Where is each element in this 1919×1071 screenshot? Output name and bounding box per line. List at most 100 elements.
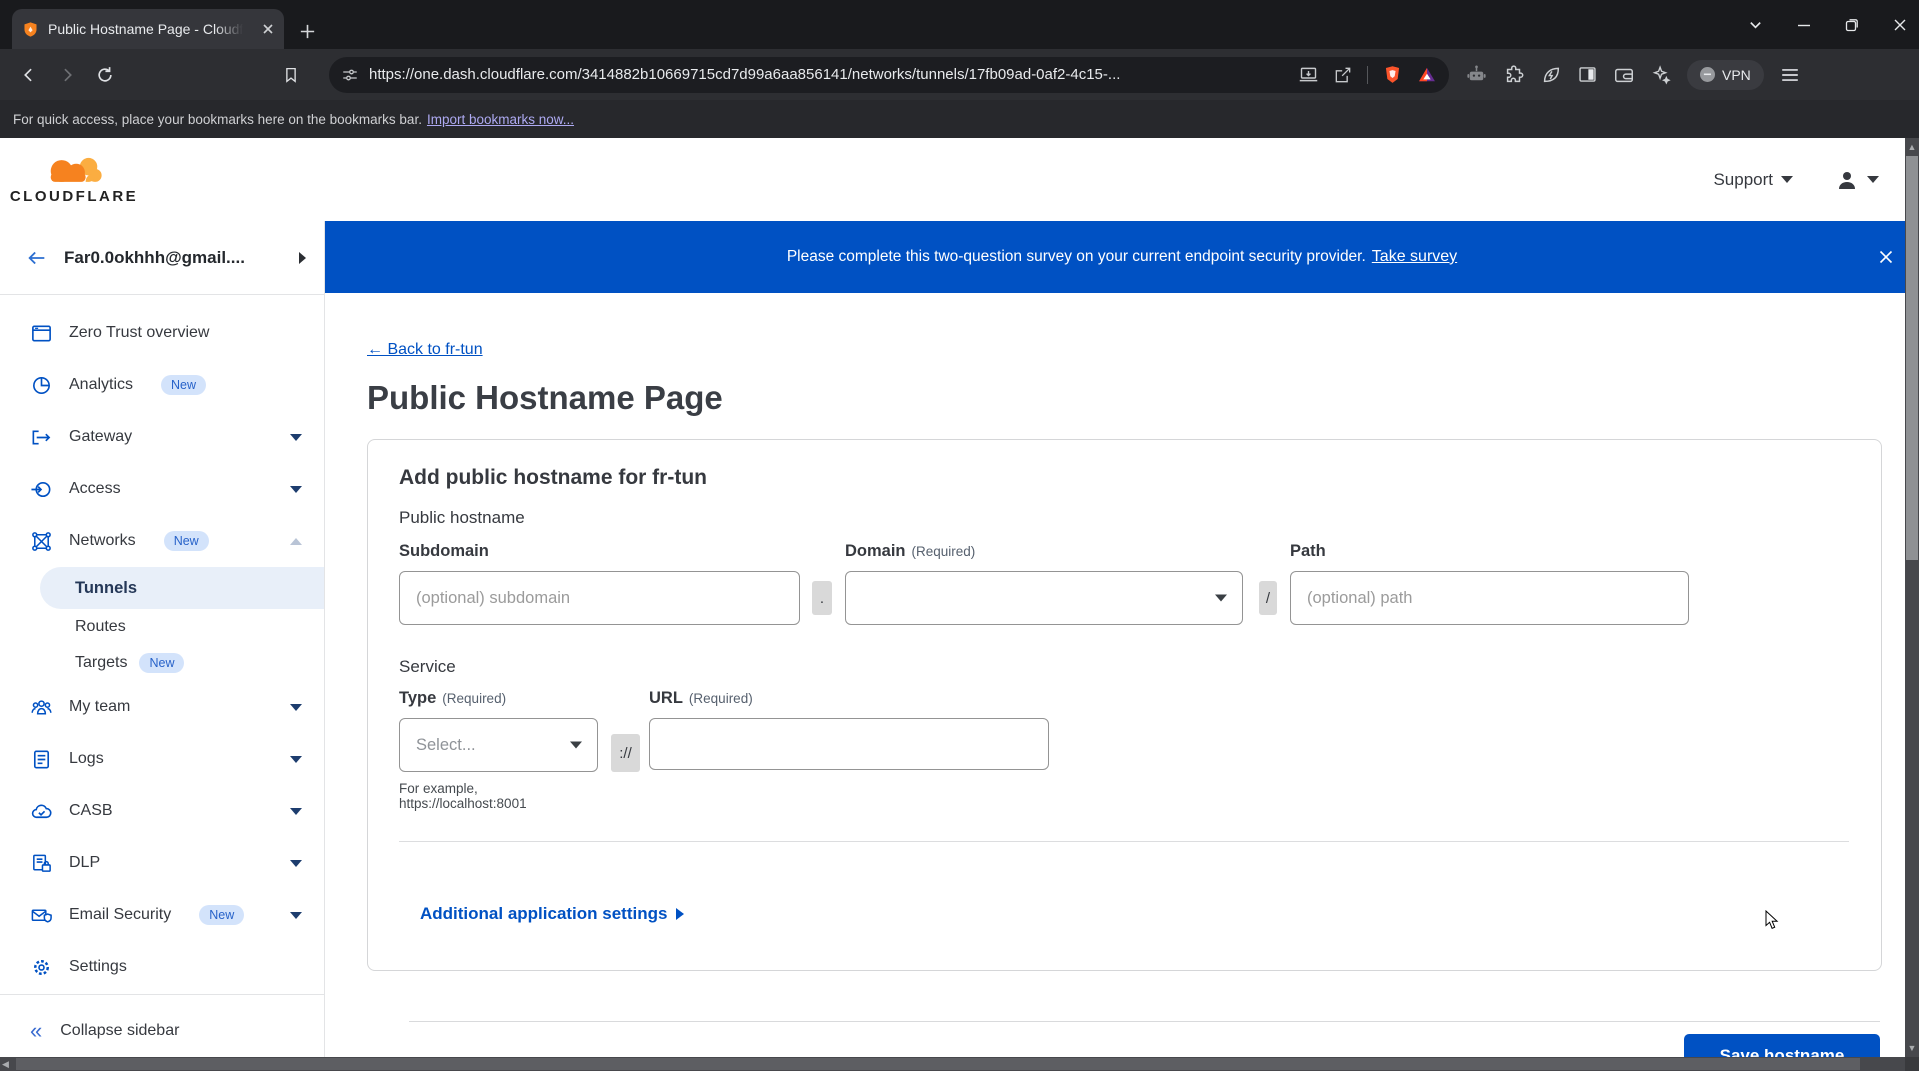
account-switcher[interactable]: Far0.0okhhh@gmail.... — [0, 221, 324, 295]
back-arrow-icon[interactable] — [26, 247, 48, 269]
bookmark-icon[interactable] — [282, 66, 300, 84]
site-settings-tune-icon[interactable] — [341, 66, 359, 84]
sidebar-item-logs[interactable]: Logs — [0, 733, 324, 785]
sidebar-subitem-routes[interactable]: Routes — [0, 609, 324, 645]
chevron-down-icon[interactable] — [290, 912, 302, 919]
networks-graph-icon — [30, 530, 53, 553]
dlp-document-lock-icon — [30, 852, 53, 875]
brave-shields-icon[interactable] — [1382, 64, 1403, 85]
sidebar-item-label: Networks — [69, 532, 136, 550]
chevron-down-icon[interactable] — [290, 756, 302, 763]
sidebar-item-casb[interactable]: CASB — [0, 785, 324, 837]
sidebar-item-label: Access — [69, 480, 121, 498]
chevron-down-icon[interactable] — [290, 704, 302, 711]
sidebar-item-zero-trust-overview[interactable]: Zero Trust overview — [0, 307, 324, 359]
card-heading: Add public hostname for fr-tun — [399, 466, 1881, 490]
sidebar-item-label: Gateway — [69, 428, 132, 446]
subitem-label: Targets — [75, 654, 127, 672]
scroll-down-icon[interactable]: ▼ — [1905, 1043, 1919, 1053]
collapse-chevrons-icon: « — [30, 1021, 42, 1041]
path-input[interactable] — [1290, 571, 1689, 625]
url-input[interactable] — [649, 718, 1049, 770]
support-menu[interactable]: Support — [1713, 170, 1793, 190]
additional-settings-label: Additional application settings — [420, 904, 667, 924]
email-security-icon — [30, 904, 53, 927]
url-bar[interactable]: https://one.dash.cloudflare.com/3414882b… — [329, 57, 1449, 93]
vertical-scrollbar[interactable]: ▲ ▼ — [1905, 138, 1919, 1057]
account-menu[interactable] — [1835, 168, 1879, 192]
take-survey-link[interactable]: Take survey — [1372, 248, 1457, 266]
subdomain-input[interactable] — [399, 571, 800, 625]
cloudflare-logo[interactable]: CLOUDFLARE — [20, 155, 128, 205]
back-to-tunnel-link[interactable]: ← Back to fr-tun — [367, 341, 483, 359]
chevron-down-icon[interactable] — [290, 486, 302, 493]
chevron-down-icon[interactable] — [290, 808, 302, 815]
vertical-scrollbar-thumb[interactable] — [1906, 156, 1918, 560]
domain-select[interactable] — [845, 571, 1243, 625]
window-minimize-button[interactable] — [1797, 18, 1811, 32]
forward-button[interactable] — [57, 65, 77, 85]
scroll-up-icon[interactable]: ▲ — [1905, 142, 1919, 152]
brave-leaf-icon[interactable] — [1540, 64, 1562, 86]
extensions-puzzle-icon[interactable] — [1503, 64, 1525, 86]
tab-search-chevron-icon[interactable] — [1748, 17, 1763, 32]
path-field-group: Path — [1290, 542, 1689, 625]
sidebar-item-email-security[interactable]: Email Security New — [0, 889, 324, 941]
tab-title: Public Hostname Page - Cloudf — [48, 21, 243, 37]
wallet-icon[interactable] — [1613, 64, 1635, 86]
expand-account-icon[interactable] — [299, 252, 306, 264]
banner-close-icon[interactable] — [1878, 249, 1894, 265]
menu-hamburger-icon[interactable] — [1779, 64, 1801, 86]
sidebar-subitem-targets[interactable]: Targets New — [0, 645, 324, 681]
vpn-button[interactable]: − VPN — [1687, 60, 1764, 90]
team-people-icon — [30, 696, 53, 719]
additional-settings-link[interactable]: Additional application settings — [420, 904, 1881, 924]
new-badge: New — [139, 653, 184, 673]
chevron-down-icon — [1215, 595, 1227, 602]
import-bookmarks-link[interactable]: Import bookmarks now... — [427, 112, 574, 127]
url-text[interactable]: https://one.dash.cloudflare.com/3414882b… — [369, 66, 1290, 83]
brave-rewards-bat-icon[interactable] — [1417, 65, 1437, 85]
sidebar-subitem-tunnels-selected[interactable]: Tunnels — [40, 567, 324, 609]
type-field-group: Type(Required) Select... For example, ht… — [399, 689, 598, 811]
cloudflare-dashboard-page: CLOUDFLARE Support Far0.0okhhh@gmail.... — [0, 138, 1919, 1071]
type-select[interactable]: Select... — [399, 718, 598, 772]
expand-right-icon — [676, 908, 684, 920]
public-hostname-label: Public hostname — [399, 508, 1881, 528]
sidebar-item-settings[interactable]: Settings — [0, 941, 324, 993]
leo-ai-robot-icon[interactable] — [1465, 63, 1488, 86]
leo-sparkles-icon[interactable] — [1650, 64, 1672, 86]
sidebar-item-access[interactable]: Access — [0, 463, 324, 515]
sidebar-item-label: Logs — [69, 750, 104, 768]
new-badge: New — [164, 531, 209, 551]
slash-separator: / — [1259, 581, 1277, 615]
collapse-sidebar-button[interactable]: « Collapse sidebar — [30, 1021, 179, 1041]
back-button[interactable] — [19, 65, 39, 85]
reload-button[interactable] — [95, 65, 115, 85]
chevron-down-icon — [1867, 176, 1879, 183]
cloudflare-cloud-icon — [37, 155, 111, 187]
browser-tab[interactable]: Public Hostname Page - Cloudf — [12, 9, 284, 49]
add-hostname-card: Add public hostname for fr-tun Public ho… — [367, 439, 1882, 971]
chevron-down-icon[interactable] — [290, 434, 302, 441]
sidebar-item-analytics[interactable]: Analytics New — [0, 359, 324, 411]
new-tab-button[interactable] — [298, 22, 317, 41]
horizontal-scrollbar[interactable]: ◀ — [0, 1057, 1905, 1071]
save-page-laptop-icon[interactable] — [1298, 64, 1319, 85]
sidebar-item-networks[interactable]: Networks New — [0, 515, 324, 567]
sidebar-item-my-team[interactable]: My team — [0, 681, 324, 733]
share-icon[interactable] — [1333, 65, 1353, 85]
sidebar-panel-icon[interactable] — [1577, 64, 1598, 85]
support-label: Support — [1713, 170, 1773, 190]
sidebar-item-gateway[interactable]: Gateway — [0, 411, 324, 463]
type-label: Type(Required) — [399, 689, 598, 708]
sidebar-item-dlp[interactable]: DLP — [0, 837, 324, 889]
chevron-up-icon[interactable] — [290, 538, 302, 545]
bookmarks-hint-text: For quick access, place your bookmarks h… — [13, 112, 422, 127]
chevron-down-icon[interactable] — [290, 860, 302, 867]
tab-close-icon[interactable] — [262, 23, 274, 35]
horizontal-scrollbar-thumb[interactable] — [16, 1058, 1860, 1070]
window-close-button[interactable] — [1893, 18, 1907, 32]
window-restore-button[interactable] — [1845, 18, 1859, 32]
domain-required-hint: (Required) — [912, 544, 976, 559]
